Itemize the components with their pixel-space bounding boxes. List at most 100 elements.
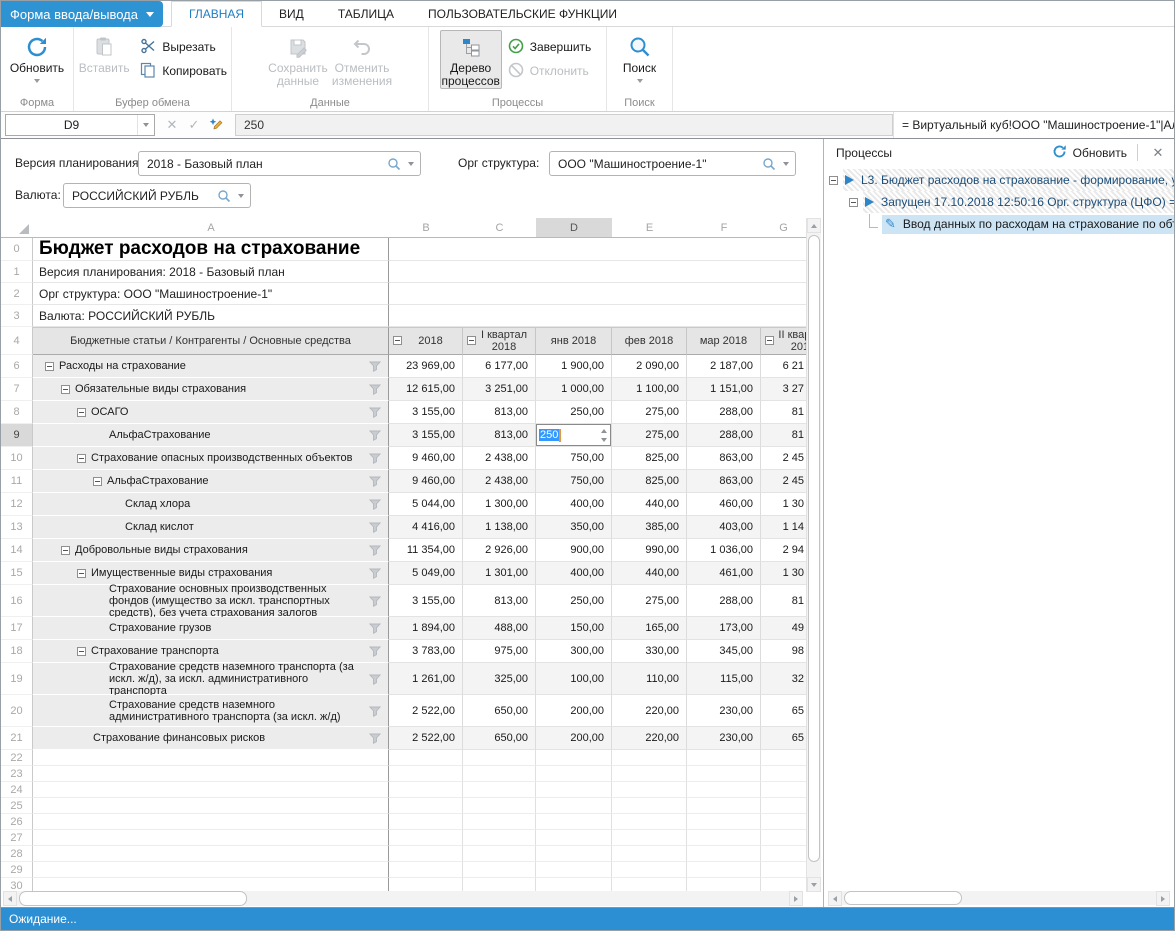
row-number[interactable]: 22 [1, 750, 33, 766]
empty-label-cell[interactable] [33, 766, 389, 782]
value-cell[interactable]: 9 460,00 [389, 470, 463, 493]
collapse-icon[interactable] [45, 362, 54, 371]
empty-label-cell[interactable] [33, 814, 389, 830]
value-cell[interactable]: 650,00 [463, 695, 536, 727]
row-number[interactable]: 7 [1, 378, 33, 401]
empty-cell[interactable] [389, 830, 463, 846]
empty-cell[interactable] [687, 862, 761, 878]
empty-cell[interactable] [536, 798, 612, 814]
value-cell[interactable]: 150,00 [536, 617, 612, 640]
empty-cell[interactable] [761, 846, 806, 862]
filter-funnel-icon[interactable] [369, 384, 381, 398]
empty-cell[interactable] [687, 798, 761, 814]
empty-cell[interactable] [612, 830, 687, 846]
value-cell[interactable]: 825,00 [612, 447, 687, 470]
complete-button[interactable]: Завершить [504, 38, 596, 56]
value-cell[interactable]: 3 155,00 [389, 401, 463, 424]
value-cell[interactable]: 400,00 [536, 562, 612, 585]
empty-cell[interactable] [612, 766, 687, 782]
row-number[interactable]: 26 [1, 814, 33, 830]
row-number[interactable]: 3 [1, 305, 33, 327]
empty-cell[interactable] [612, 846, 687, 862]
scroll-down-icon[interactable] [807, 877, 821, 892]
value-cell[interactable]: 650,00 [463, 727, 536, 750]
collapse-icon[interactable] [93, 477, 102, 486]
value-cell[interactable]: 250,00 [536, 401, 612, 424]
value-cell[interactable]: 1 151,00 [687, 378, 761, 401]
empty-cell[interactable] [536, 846, 612, 862]
value-cell[interactable]: 81 [761, 585, 806, 617]
confirm-entry-icon[interactable]: ✓ [183, 117, 205, 133]
row-number[interactable]: 16 [1, 585, 33, 617]
empty-cell[interactable] [761, 766, 806, 782]
value-cell[interactable]: 6 177,00 [463, 355, 536, 378]
empty-cell[interactable] [536, 862, 612, 878]
sheet-info-cell[interactable]: Валюта: РОССИЙСКИЙ РУБЛЬ [33, 305, 389, 327]
filter-funnel-icon[interactable] [369, 623, 381, 637]
value-cell[interactable]: 12 615,00 [389, 378, 463, 401]
value-cell[interactable]: 330,00 [612, 640, 687, 663]
empty-cell[interactable] [463, 782, 536, 798]
row-label-cell[interactable]: Страхование грузов [33, 617, 389, 640]
empty-label-cell[interactable] [33, 782, 389, 798]
value-cell[interactable]: 81 [761, 401, 806, 424]
value-cell[interactable]: 250,00 [536, 585, 612, 617]
row-label-cell[interactable]: Обязательные виды страхования [33, 378, 389, 401]
value-cell[interactable]: 403,00 [687, 516, 761, 539]
formula-wizard-icon[interactable] [205, 116, 227, 135]
empty-cell[interactable] [761, 830, 806, 846]
filter-funnel-icon[interactable] [369, 596, 381, 610]
cell-reference-dropdown[interactable] [137, 115, 154, 135]
row-label-cell[interactable]: Склад кислот [33, 516, 389, 539]
value-cell[interactable]: 2 187,00 [687, 355, 761, 378]
cancel-entry-icon[interactable]: ✕ [161, 117, 183, 133]
row-number[interactable]: 1 [1, 261, 33, 283]
value-cell[interactable]: 1 000,00 [536, 378, 612, 401]
sheet-info-cell[interactable]: Орг структура: ООО "Машиностроение-1" [33, 283, 389, 305]
org-structure-combo[interactable]: ООО "Машиностроение-1" [549, 151, 796, 176]
value-cell[interactable]: 2 45 [761, 447, 806, 470]
value-cell[interactable]: 230,00 [687, 695, 761, 727]
column-letter-C[interactable]: C [463, 218, 536, 237]
value-cell[interactable]: 1 301,00 [463, 562, 536, 585]
row-number[interactable]: 0 [1, 238, 33, 261]
value-cell[interactable]: 975,00 [463, 640, 536, 663]
scroll-left-icon[interactable] [3, 891, 17, 906]
filter-funnel-icon[interactable] [369, 430, 381, 444]
process-tree-item[interactable]: Запущен 17.10.2018 12:50:16 Орг. структу… [824, 191, 1174, 213]
row-number[interactable]: 10 [1, 447, 33, 470]
value-cell[interactable]: 440,00 [612, 562, 687, 585]
empty-cell[interactable] [761, 814, 806, 830]
tab-home[interactable]: ГЛАВНАЯ [171, 1, 262, 27]
value-cell[interactable]: 488,00 [463, 617, 536, 640]
value-cell[interactable]: 3 251,00 [463, 378, 536, 401]
row-number[interactable]: 2 [1, 283, 33, 305]
collapse-icon[interactable] [829, 176, 838, 185]
value-cell[interactable]: 300,00 [536, 640, 612, 663]
row-label-cell[interactable]: АльфаСтрахование [33, 470, 389, 493]
row-label-cell[interactable]: Страхование средств наземного транспорта… [33, 663, 389, 695]
process-tree-button[interactable]: Дерево процессов [440, 30, 502, 89]
value-cell[interactable]: 5 044,00 [389, 493, 463, 516]
value-cell[interactable]: 1 261,00 [389, 663, 463, 695]
value-cell[interactable]: 350,00 [536, 516, 612, 539]
value-cell[interactable]: 220,00 [612, 727, 687, 750]
value-cell[interactable]: 3 155,00 [389, 585, 463, 617]
value-cell[interactable]: 863,00 [687, 470, 761, 493]
process-tree-item[interactable]: L3. Бюджет расходов на страхование - фор… [824, 169, 1174, 191]
value-cell[interactable]: 288,00 [687, 585, 761, 617]
value-cell[interactable]: 813,00 [463, 585, 536, 617]
empty-cell[interactable] [612, 862, 687, 878]
row-label-cell[interactable]: АльфаСтрахование [33, 424, 389, 447]
collapse-icon[interactable] [61, 385, 70, 394]
empty-cell[interactable] [761, 782, 806, 798]
empty-cell[interactable] [536, 782, 612, 798]
value-cell[interactable]: 1 036,00 [687, 539, 761, 562]
empty-cell[interactable] [463, 766, 536, 782]
horizontal-scroll-thumb[interactable] [19, 891, 247, 906]
filter-funnel-icon[interactable] [369, 453, 381, 467]
empty-cell[interactable] [463, 862, 536, 878]
processes-scroll-thumb[interactable] [844, 891, 962, 905]
value-cell[interactable]: 900,00 [536, 539, 612, 562]
value-cell[interactable]: 2 522,00 [389, 695, 463, 727]
